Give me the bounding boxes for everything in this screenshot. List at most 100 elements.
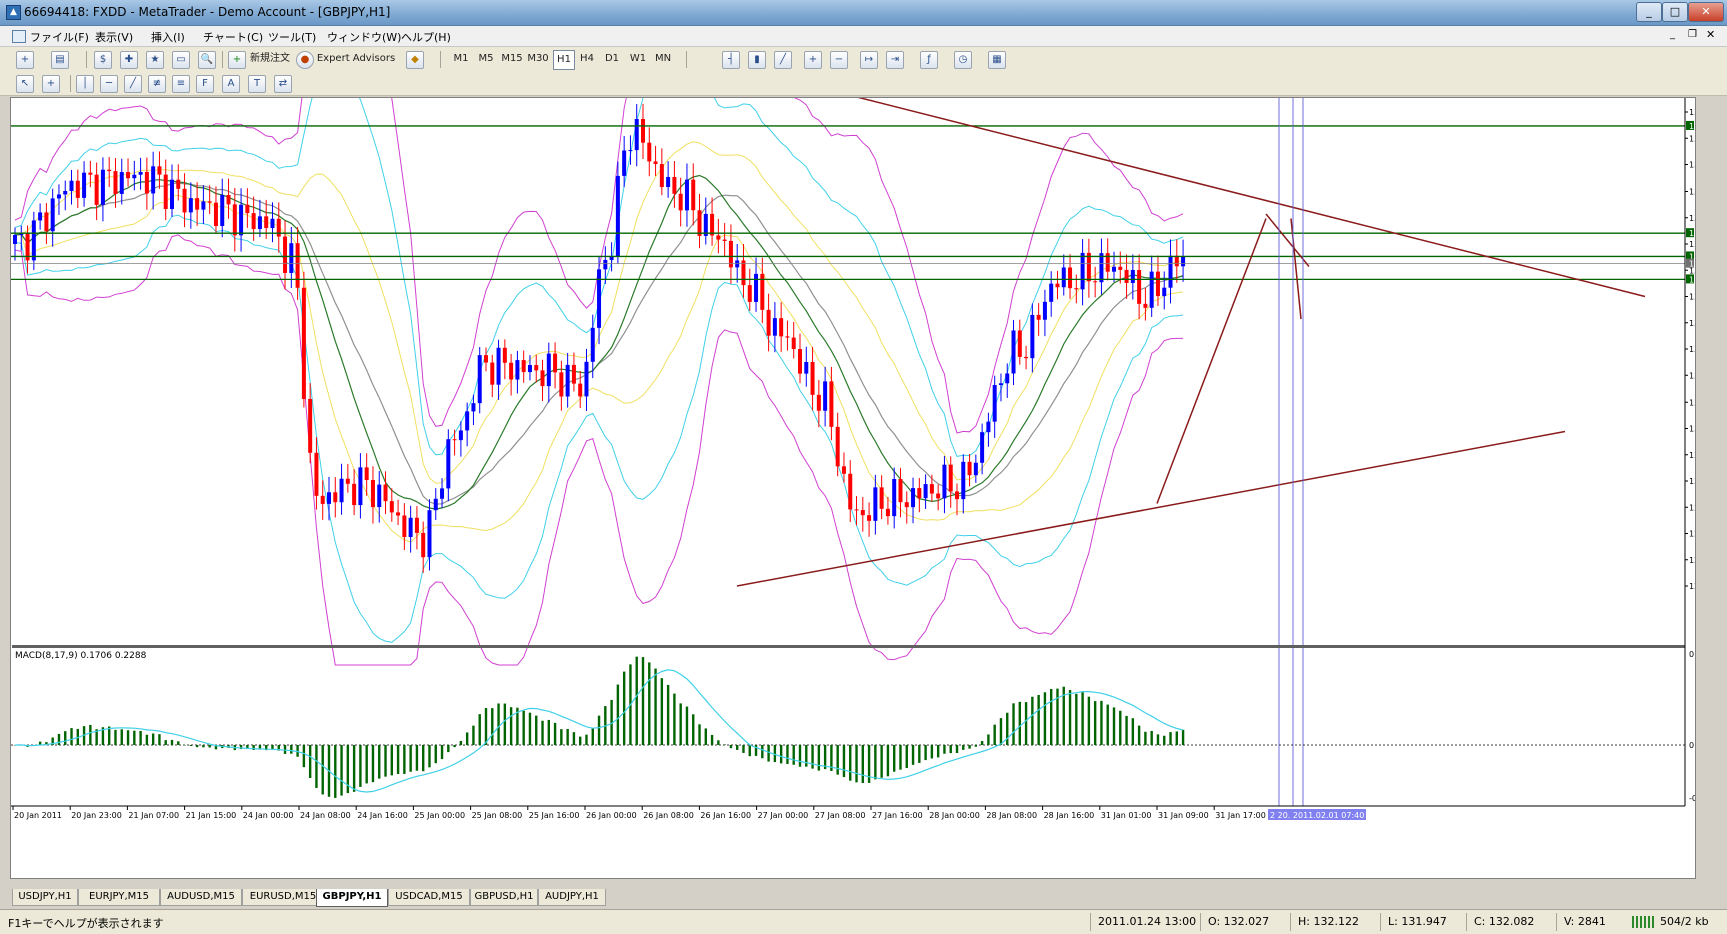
- timeframe-m5[interactable]: M5: [475, 50, 497, 68]
- candle-body: [496, 347, 501, 385]
- text-label-icon[interactable]: T: [248, 75, 266, 93]
- macd-histogram-bar: [164, 740, 167, 745]
- candle-body: [314, 452, 319, 496]
- periods-icon[interactable]: ◷: [954, 51, 972, 69]
- gann-icon[interactable]: ≡: [172, 75, 190, 93]
- macd-histogram-bar: [597, 715, 601, 745]
- candle-body: [308, 398, 313, 453]
- tab-eurusd-m15[interactable]: EURUSD,M15: [242, 889, 324, 906]
- price-chart[interactable]: 132.580 132.405 132.230 132.050 131.875 131.7…: [11, 77, 1722, 878]
- candle-body: [1061, 267, 1066, 288]
- data-window-icon[interactable]: ✚: [120, 51, 138, 69]
- tab-audusd-m15[interactable]: AUDUSD,M15: [160, 889, 242, 906]
- menu-help[interactable]: ヘルプ(H): [401, 29, 451, 45]
- candle-body: [1181, 256, 1186, 267]
- bar-chart-icon[interactable]: ┤: [722, 51, 740, 69]
- candle-body: [402, 515, 407, 537]
- line-studies-toolbar: ↖ + │ ─ ╱ ≢ ≡ F A T ⇄: [0, 71, 1727, 96]
- tab-audjpy-h1[interactable]: AUDJPY,H1: [538, 889, 606, 906]
- channel-icon[interactable]: ≢: [148, 75, 166, 93]
- menu-view[interactable]: 表示(V): [95, 29, 133, 45]
- menu-insert[interactable]: 挿入(I): [151, 29, 185, 45]
- child-minimize-button[interactable]: _: [1670, 29, 1675, 40]
- warning-icon[interactable]: ◆: [406, 51, 424, 69]
- time-tick-label: 24 Jan 00:00: [243, 811, 294, 820]
- macd-histogram-bar: [855, 745, 858, 783]
- candlestick-icon[interactable]: ▮: [748, 51, 766, 69]
- menu-tools[interactable]: ツール(T): [268, 29, 316, 45]
- candle-body: [188, 198, 193, 213]
- candle-body: [885, 508, 890, 517]
- minimize-button[interactable]: _: [1636, 2, 1662, 22]
- templates-icon[interactable]: ▦: [988, 51, 1006, 69]
- menu-chart[interactable]: チャート(C): [203, 29, 263, 45]
- profiles-icon[interactable]: ▤: [51, 51, 69, 69]
- strategy-tester-icon[interactable]: 🔍: [198, 51, 216, 69]
- tab-eurjpy-m15[interactable]: EURJPY,M15: [78, 889, 160, 906]
- candle-body: [1074, 288, 1079, 290]
- trendline-icon[interactable]: ╱: [124, 75, 142, 93]
- terminal-icon[interactable]: ▭: [172, 51, 190, 69]
- candle-body: [684, 179, 689, 211]
- auto-scroll-icon[interactable]: ↦: [860, 51, 878, 69]
- macd-histogram-bar: [1106, 704, 1109, 745]
- status-low: L: 131.947: [1388, 915, 1447, 928]
- new-order-icon[interactable]: +: [228, 51, 246, 69]
- new-chart-icon[interactable]: +: [16, 51, 34, 69]
- macd-histogram-bar: [120, 729, 123, 745]
- line-chart-icon[interactable]: ╱: [774, 51, 792, 69]
- navigator-icon[interactable]: ★: [146, 51, 164, 69]
- macd-histogram-bar: [666, 684, 670, 745]
- timeframe-mn[interactable]: MN: [651, 50, 675, 68]
- crosshair-icon[interactable]: +: [42, 75, 60, 93]
- horizontal-line-icon[interactable]: ─: [100, 75, 118, 93]
- price-label-text: 131.772: [1689, 229, 1695, 238]
- fibonacci-icon[interactable]: F: [196, 75, 214, 93]
- macd-histogram-bar: [710, 734, 714, 745]
- timeframe-h1[interactable]: H1: [553, 50, 575, 70]
- tab-usdjpy-h1[interactable]: USDJPY,H1: [12, 889, 78, 906]
- macd-histogram-bar: [497, 703, 500, 745]
- timeframe-m15[interactable]: M15: [499, 50, 525, 68]
- timeframe-d1[interactable]: D1: [602, 50, 622, 68]
- timeframe-m1[interactable]: M1: [450, 50, 472, 68]
- window-titlebar: ▲ 66694418: FXDD - MetaTrader - Demo Acc…: [0, 0, 1727, 26]
- text-icon[interactable]: A: [222, 75, 240, 93]
- new-order-button[interactable]: 新規注文: [246, 50, 294, 68]
- zoom-out-icon[interactable]: −: [830, 51, 848, 69]
- timeframe-h4[interactable]: H4: [577, 50, 597, 68]
- expert-advisors-icon[interactable]: ●: [296, 51, 314, 69]
- tab-gbpusd-h1[interactable]: GBPUSD,H1: [470, 889, 538, 906]
- status-separator: [1556, 913, 1557, 931]
- candle-body: [816, 394, 821, 411]
- macd-histogram-bar: [817, 745, 821, 771]
- tab-usdcad-m15[interactable]: USDCAD,M15: [388, 889, 470, 906]
- chart-window[interactable]: 132.580 132.405 132.230 132.050 131.875 131.7…: [10, 77, 1722, 879]
- chart-shift-icon[interactable]: ⇥: [886, 51, 904, 69]
- menu-file[interactable]: ファイル(F): [30, 29, 89, 45]
- cursor-icon[interactable]: ↖: [16, 75, 34, 93]
- vertical-line-icon[interactable]: │: [76, 75, 94, 93]
- candle-body: [1080, 252, 1085, 290]
- macd-histogram-bar: [334, 745, 337, 798]
- price-tick-label: 130.295: [1689, 451, 1695, 460]
- child-close-button[interactable]: ✕: [1706, 28, 1715, 41]
- candle-body: [653, 161, 658, 165]
- arrows-icon[interactable]: ⇄: [274, 75, 292, 93]
- menu-window[interactable]: ウィンドウ(W): [327, 29, 401, 45]
- candle-body: [38, 212, 43, 221]
- macd-histogram-bar: [89, 724, 92, 745]
- expert-advisors-button[interactable]: Expert Advisors: [314, 50, 398, 68]
- tab-gbpjpy-h1[interactable]: GBPJPY,H1: [316, 889, 388, 907]
- candle-body: [339, 478, 344, 503]
- child-restore-button[interactable]: ❐: [1688, 29, 1697, 40]
- market-watch-icon[interactable]: $: [94, 51, 112, 69]
- timeframe-w1[interactable]: W1: [627, 50, 649, 68]
- indicators-icon[interactable]: ƒ: [920, 51, 938, 69]
- zoom-in-icon[interactable]: +: [804, 51, 822, 69]
- close-button[interactable]: ✕: [1688, 2, 1724, 22]
- maximize-button[interactable]: □: [1662, 2, 1688, 22]
- macd-histogram-bar: [553, 722, 557, 745]
- timeframe-m30[interactable]: M30: [525, 50, 551, 68]
- candle-body: [716, 235, 721, 240]
